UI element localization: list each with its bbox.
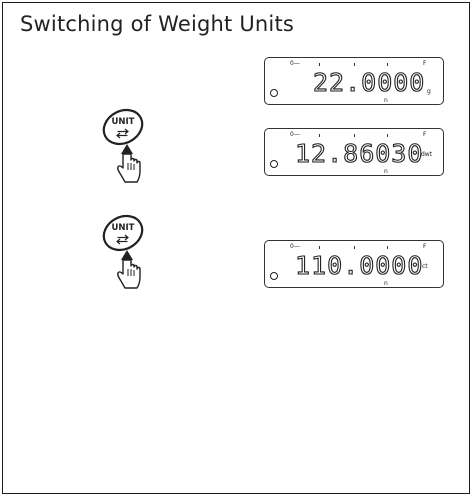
balance-display-1: 0— F 22.0000 g n	[264, 57, 444, 105]
balance-display-3: 0— F 110.0000 ct n	[264, 240, 444, 288]
balance-display-2: 0— F 12.86030 dwt n	[264, 128, 444, 176]
page-title: Switching of Weight Units	[20, 12, 295, 36]
indicator-circle	[270, 160, 278, 168]
scale-tick	[354, 63, 355, 66]
weight-value: 22.0000	[312, 68, 426, 97]
unit-key-icon[interactable]: UNIT	[98, 213, 148, 257]
scale-tick	[387, 134, 388, 137]
indicator-circle	[270, 89, 278, 97]
full-scale-indicator: F	[423, 243, 427, 250]
scale-tick	[387, 63, 388, 66]
stable-indicator: n	[384, 97, 388, 104]
unit-key-press-2[interactable]: UNIT	[96, 213, 160, 291]
scale-tick	[354, 246, 355, 249]
weight-value: 12.86030	[294, 139, 424, 168]
scale-tick	[319, 246, 320, 249]
zero-indicator: 0—	[290, 60, 300, 67]
pressing-hand-icon	[117, 250, 141, 289]
unit-key-press-1[interactable]: UNIT	[96, 107, 160, 185]
weight-unit: g	[427, 88, 431, 95]
full-scale-indicator: F	[423, 131, 427, 138]
indicator-circle	[270, 272, 278, 280]
weight-value: 110.0000	[294, 251, 424, 280]
unit-key-label: UNIT	[112, 223, 135, 233]
scale-tick	[387, 246, 388, 249]
pressing-hand-icon	[117, 144, 141, 183]
zero-indicator: 0—	[290, 131, 300, 138]
weight-unit: dwt	[421, 151, 433, 158]
full-scale-indicator: F	[423, 60, 427, 67]
zero-indicator: 0—	[290, 243, 300, 250]
scale-tick	[319, 134, 320, 137]
weight-unit: ct	[422, 263, 428, 270]
scale-tick	[319, 63, 320, 66]
unit-key-icon[interactable]: UNIT	[98, 107, 148, 151]
scale-tick	[354, 134, 355, 137]
unit-key-label: UNIT	[112, 117, 135, 127]
stable-indicator: n	[384, 168, 388, 175]
stable-indicator: n	[384, 280, 388, 287]
